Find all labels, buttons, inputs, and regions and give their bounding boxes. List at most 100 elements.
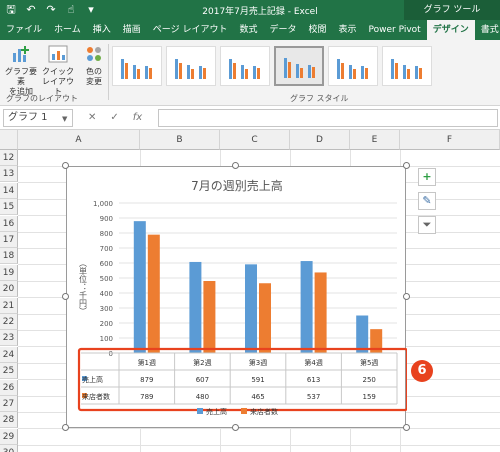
chart-style-thumb-6[interactable]: [382, 46, 432, 86]
y-tick-label: 800: [100, 230, 113, 238]
resize-handle-tl[interactable]: [62, 162, 69, 169]
undo-icon[interactable]: ↶: [24, 3, 38, 17]
row-header-19[interactable]: 19: [0, 264, 18, 281]
row-header-15[interactable]: 15: [0, 199, 18, 216]
quick-access-toolbar: 🖫 ↶ ↷ ☝ ▾: [4, 3, 98, 17]
tab-7[interactable]: 校閲: [303, 20, 333, 40]
row-header-30[interactable]: 30: [0, 445, 18, 452]
ribbon-separator: [108, 44, 109, 100]
tab-3[interactable]: 描画: [117, 20, 147, 40]
table-series-name: 来店者数: [82, 392, 110, 401]
formula-input[interactable]: [158, 109, 498, 127]
table-category: 第3週: [249, 358, 267, 367]
column-header-F[interactable]: F: [400, 130, 500, 150]
bar-来店者数-第3週: [259, 283, 271, 353]
redo-icon[interactable]: ↷: [44, 3, 58, 17]
column-header-A[interactable]: A: [18, 130, 140, 150]
row-header-18[interactable]: 18: [0, 248, 18, 265]
change-colors-button[interactable]: 色の 変更: [80, 43, 108, 87]
tab-6[interactable]: データ: [263, 20, 302, 40]
row-header-13[interactable]: 13: [0, 166, 18, 183]
tab-5[interactable]: 数式: [233, 20, 263, 40]
chart-style-thumb-2[interactable]: [166, 46, 216, 86]
resize-handle-l[interactable]: [62, 293, 69, 300]
column-header-B[interactable]: B: [140, 130, 220, 150]
tab-4[interactable]: ページ レイアウト: [147, 20, 234, 40]
row-header-20[interactable]: 20: [0, 281, 18, 298]
cancel-icon[interactable]: ✕: [88, 112, 96, 123]
tab-9[interactable]: Power Pivot: [363, 20, 427, 40]
table-category: 第2週: [193, 358, 211, 367]
row-header-16[interactable]: 16: [0, 215, 18, 232]
table-value: 465: [251, 393, 264, 401]
add-element-label: グラフ要素 を追加: [5, 67, 37, 96]
resize-handle-t[interactable]: [232, 162, 239, 169]
resize-handle-tr[interactable]: [403, 162, 410, 169]
row-header-24[interactable]: 24: [0, 346, 18, 363]
chart-style-thumb-5[interactable]: [328, 46, 378, 86]
table-value: 480: [196, 393, 209, 401]
table-value: 789: [140, 393, 153, 401]
table-value: 591: [251, 376, 264, 384]
column-header-C[interactable]: C: [220, 130, 290, 150]
chart-elements-plus-icon[interactable]: +: [418, 168, 436, 186]
column-header-D[interactable]: D: [290, 130, 350, 150]
column-header-E[interactable]: E: [350, 130, 400, 150]
tab-1[interactable]: ホーム: [48, 20, 87, 40]
chart-style-thumb-4[interactable]: [274, 46, 324, 86]
chart-style-thumb-3[interactable]: [220, 46, 270, 86]
customize-icon[interactable]: ▾: [84, 3, 98, 17]
y-tick-label: 1,000: [93, 200, 113, 208]
table-value: 159: [363, 393, 376, 401]
row-header-23[interactable]: 23: [0, 330, 18, 347]
add-chart-element-button[interactable]: グラフ要素 を追加: [4, 43, 38, 97]
resize-handle-b[interactable]: [232, 424, 239, 431]
y-tick-label: 500: [100, 275, 113, 283]
tab-11[interactable]: 書式: [475, 20, 500, 40]
tab-10[interactable]: デザイン: [426, 20, 475, 40]
resize-handle-bl[interactable]: [62, 424, 69, 431]
table-value: 250: [363, 376, 376, 384]
formula-bar: グラフ 1 ▼ ✕ ✓ fx: [0, 106, 500, 130]
table-value: 879: [140, 376, 153, 384]
resize-handle-r[interactable]: [403, 293, 410, 300]
legend-label-来店者数: 来店者数: [250, 407, 278, 416]
ribbon-tabs: ファイル ホーム 挿入 描画 ページ レイアウト 数式 データ 校閲 表示 Power Pivot…: [0, 20, 500, 40]
title-bar: 🖫 ↶ ↷ ☝ ▾ 2017年7月売上記録 - Excel グラフ ツール: [0, 0, 500, 20]
chart-styles-brush-icon[interactable]: ✎: [418, 192, 436, 210]
save-icon[interactable]: 🖫: [4, 3, 18, 17]
row-header-29[interactable]: 29: [0, 428, 18, 445]
group-label-layout: グラフのレイアウト: [6, 94, 78, 103]
row-header-27[interactable]: 27: [0, 396, 18, 412]
insert-function-icon[interactable]: fx: [133, 112, 142, 123]
table-value: 607: [196, 376, 209, 384]
row-header-14[interactable]: 14: [0, 182, 18, 199]
touch-mode-icon[interactable]: ☝: [64, 3, 78, 17]
y-tick-label: 600: [100, 260, 113, 268]
palette-icon: [87, 47, 101, 61]
bar-来店者数-第4週: [314, 272, 327, 353]
table-value: 537: [307, 393, 320, 401]
y-tick-label: 300: [100, 305, 113, 313]
row-header-28[interactable]: 28: [0, 412, 18, 429]
row-header-26[interactable]: 26: [0, 379, 18, 396]
tab-0[interactable]: ファイル: [0, 20, 48, 40]
quick-layout-button[interactable]: クイック レイアウト: [40, 43, 76, 97]
enter-icon[interactable]: ✓: [110, 112, 118, 123]
row-header-25[interactable]: 25: [0, 363, 18, 380]
tab-2[interactable]: 挿入: [87, 20, 117, 40]
bar-売上高-第3週: [245, 264, 257, 353]
y-tick-label: 200: [100, 320, 113, 328]
row-header-12[interactable]: 12: [0, 150, 18, 166]
chart-style-thumb-1[interactable]: [112, 46, 162, 86]
chart-object[interactable]: 7月の週別売上高 1,000 900 800 700 600 500 400 300 200 10…: [66, 166, 407, 428]
tab-8[interactable]: 表示: [333, 20, 363, 40]
row-header-22[interactable]: 22: [0, 314, 18, 330]
name-box-dropdown-icon[interactable]: ▼: [62, 115, 67, 123]
select-all-corner[interactable]: [0, 130, 18, 150]
chart-filter-icon[interactable]: ⏷: [418, 216, 436, 234]
row-header-17[interactable]: 17: [0, 232, 18, 248]
resize-handle-br[interactable]: [403, 424, 410, 431]
bar-来店者数-第2週: [203, 281, 216, 353]
row-header-21[interactable]: 21: [0, 297, 18, 314]
